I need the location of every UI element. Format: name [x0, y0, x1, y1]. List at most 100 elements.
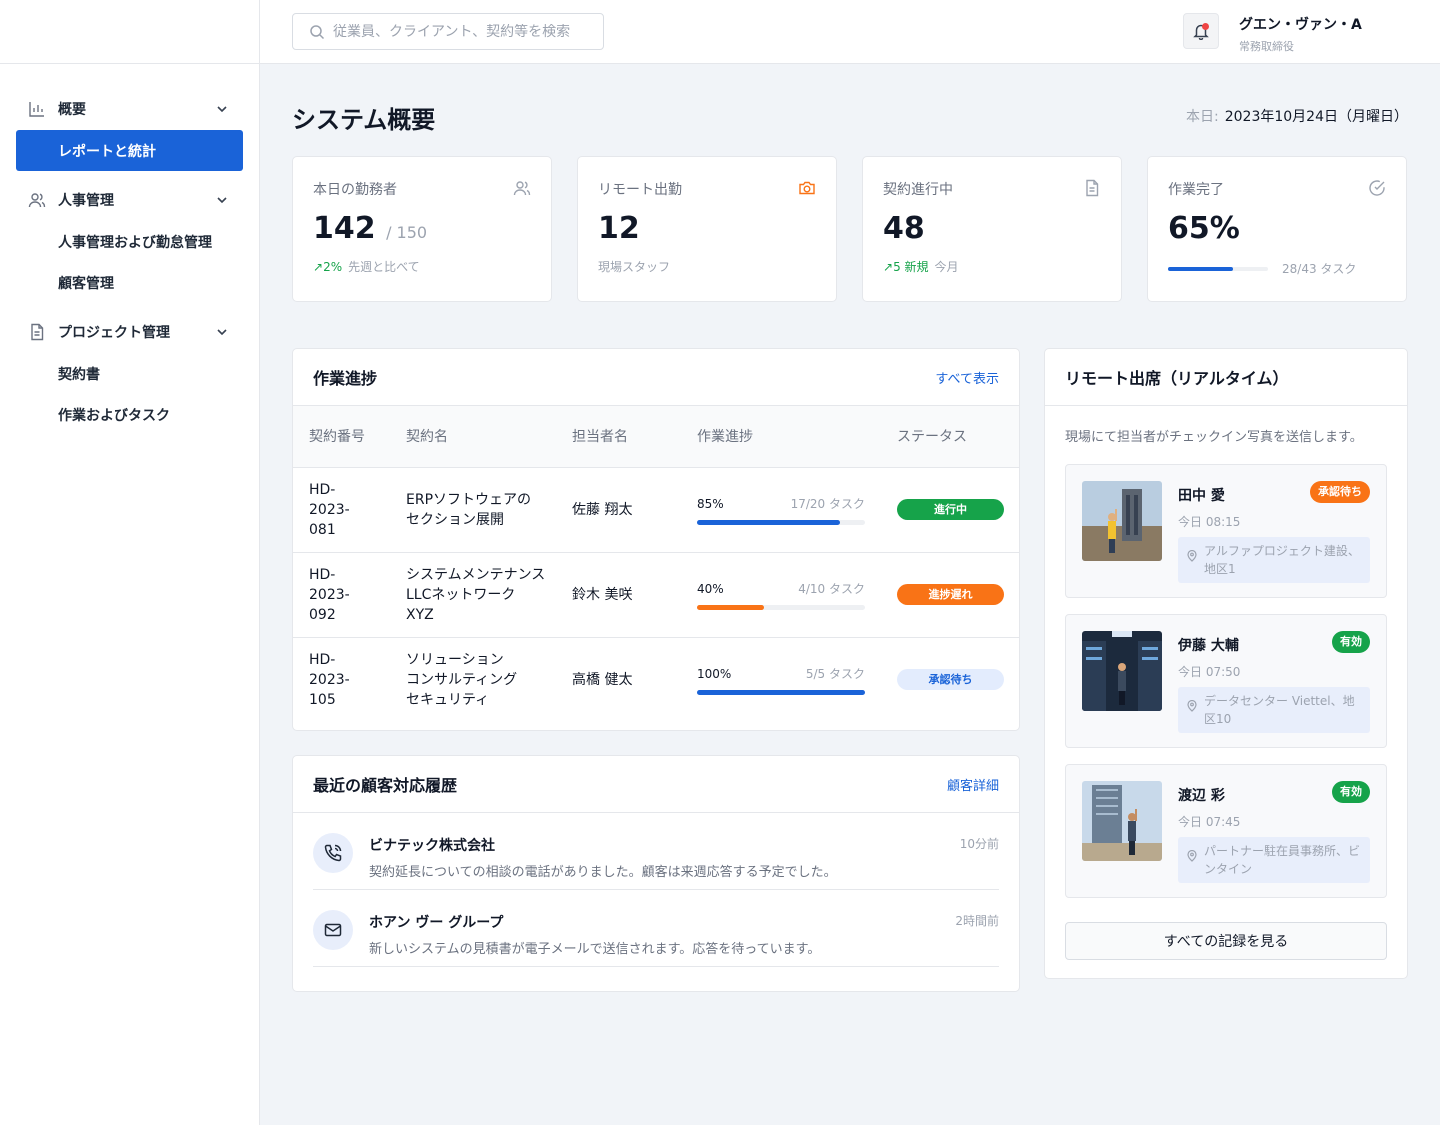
customer-history-card: 最近の顧客対応履歴 顧客詳細 ビナテック株式会社 契約延長についての相談の電話が…	[292, 755, 1020, 992]
table-row[interactable]: HD- 2023- 092 システムメンテナンス LLCネットワーク XYZ 鈴木 …	[293, 552, 1019, 637]
checkin-item[interactable]: 田中 愛 今日 08:15 承認待ち アルファプロジェクト建設、地区1	[1065, 464, 1387, 598]
card-header: 作業進捗 すべて表示	[293, 349, 1019, 406]
sidebar-item-hr-attendance[interactable]: 人事管理および勤怠管理	[0, 221, 259, 262]
phone-icon	[313, 833, 353, 873]
progress-bar	[697, 520, 865, 525]
checkin-location-text: アルファプロジェクト建設、地区1	[1204, 544, 1360, 576]
remote-attendance-card: リモート出席（リアルタイム） 現場にて担当者がチェックイン写真を送信します。 田…	[1044, 348, 1408, 979]
table-row[interactable]: HD- 2023- 105 ソリューション コンサルティング セキュリティ 高橋 健…	[293, 637, 1019, 722]
checkin-item[interactable]: 渡辺 彩 今日 07:45 有効 パートナー駐在員事務所、ビンタイン	[1065, 764, 1387, 898]
progress-tasks: 5/5 タスク	[805, 667, 865, 682]
card-title: 最近の顧客対応履歴	[313, 776, 458, 795]
view-all-link[interactable]: すべて表示	[935, 368, 999, 387]
checkin-location: アルファプロジェクト建設、地区1	[1178, 537, 1370, 583]
stat-value: 142 / 150	[313, 211, 531, 246]
stat-card-workers: 本日の勤務者 142 / 150 ↗2% 先週と比べて	[292, 156, 552, 302]
stat-progress: 28/43 タスク	[1168, 260, 1386, 277]
stat-card-completion: 作業完了 65% 28/43 タスク	[1147, 156, 1407, 302]
chevron-down-icon[interactable]	[215, 102, 229, 116]
search-input[interactable]	[333, 23, 593, 40]
chevron-down-icon[interactable]	[215, 325, 229, 339]
progress-tasks: 4/10 タスク	[798, 582, 865, 596]
document-icon	[28, 323, 46, 341]
completion-bar-fill	[1168, 266, 1233, 271]
today-label: 本日:	[1186, 109, 1219, 125]
contract-id: HD- 2023- 092	[309, 566, 350, 623]
chevron-down-icon[interactable]	[215, 193, 229, 207]
history-body: ビナテック株式会社 契約延長についての相談の電話がありました。顧客は来週応答する…	[369, 833, 837, 889]
today-value: 2023年10月24日（月曜日）	[1224, 109, 1408, 125]
stat-label: 作業完了	[1168, 182, 1224, 198]
user-profile[interactable]: グエン・ヴァン・A 常務取締役	[1239, 14, 1362, 54]
stat-card-contracts: 契約進行中 48 ↗5 新規 今月	[862, 156, 1122, 302]
trend-up-icon: ↗	[313, 259, 324, 274]
contract-id: HD- 2023- 081	[309, 481, 350, 538]
checkin-photo[interactable]	[1082, 481, 1162, 561]
stat-label: 本日の勤務者	[313, 182, 397, 198]
contract-id: HD- 2023- 105	[309, 651, 350, 708]
status-cell: 承認待ち	[881, 637, 1019, 722]
history-title: ホアン ヴー グループ	[369, 915, 504, 931]
checkin-name: 渡辺 彩	[1178, 788, 1225, 804]
work-progress-card: 作業進捗 すべて表示 契約番号 契約名 担当者名 作業進捗 ステータス HD- …	[292, 348, 1020, 731]
progress-bar-fill	[697, 690, 865, 696]
table-row[interactable]: HD- 2023- 081 ERPソフトウェアの セクション展開 佐藤 翔太 85% 1…	[293, 467, 1019, 552]
column-header: 契約番号	[309, 429, 365, 446]
progress-cell: 85% 17/20 タスク	[681, 467, 881, 552]
checkin-location: パートナー駐在員事務所、ビンタイン	[1178, 837, 1370, 883]
checkin-status-badge: 有効	[1332, 781, 1370, 803]
progress-percent: 85%	[697, 497, 724, 511]
progress-percent: 40%	[697, 582, 724, 596]
history-item[interactable]: ビナテック株式会社 契約延長についての相談の電話がありました。顧客は来週応答する…	[313, 813, 999, 890]
status-badge: 進行中	[897, 499, 1004, 520]
table-header-row: 契約番号 契約名 担当者名 作業進捗 ステータス	[293, 406, 1019, 467]
page-title: システム概要	[292, 106, 436, 134]
contract-name: システムメンテナンス LLCネットワーク XYZ	[406, 566, 546, 623]
view-all-records-button[interactable]: すべての記録を見る	[1065, 922, 1387, 960]
progress-cell: 40% 4/10 タスク	[681, 552, 881, 637]
checkin-location-text: パートナー駐在員事務所、ビンタイン	[1204, 844, 1361, 876]
checkin-item[interactable]: 伊藤 大輔 今日 07:50 有効 データセンター Viettel、地区10	[1065, 614, 1387, 748]
sidebar-item-reports[interactable]: レポートと統計	[16, 130, 243, 171]
sidebar-item-customers[interactable]: 顧客管理	[0, 262, 259, 303]
column-header: 担当者名	[572, 429, 628, 446]
checkin-status-badge: 承認待ち	[1310, 481, 1370, 503]
progress-bar	[697, 605, 865, 610]
map-pin-icon	[1186, 850, 1198, 862]
sidebar-group-label: プロジェクト管理	[58, 325, 170, 341]
search-box[interactable]	[292, 13, 604, 50]
stat-foot: ↗2% 先週と比べて	[313, 258, 531, 275]
document-icon	[1083, 179, 1101, 197]
users-icon	[513, 179, 531, 197]
checkin-photo[interactable]	[1082, 781, 1162, 861]
map-pin-icon	[1186, 550, 1198, 562]
stat-foot-text: 28/43 タスク	[1282, 262, 1357, 276]
sidebar-item-contracts[interactable]: 契約書	[0, 353, 259, 394]
checkin-photo[interactable]	[1082, 631, 1162, 711]
sidebar-group-overview[interactable]: 概要	[0, 88, 259, 130]
sidebar-group-projects[interactable]: プロジェクト管理	[0, 311, 259, 353]
sidebar-header	[0, 0, 259, 64]
checkin-time: 今日 07:50	[1178, 665, 1241, 679]
card-title: 作業進捗	[313, 369, 378, 388]
stat-label: 契約進行中	[883, 182, 953, 198]
camera-icon	[798, 179, 816, 197]
sidebar-group-label: 人事管理	[58, 193, 114, 209]
card-header: 最近の顧客対応履歴 顧客詳細	[293, 756, 1019, 813]
bar-chart-icon	[28, 100, 46, 118]
notification-button[interactable]	[1183, 13, 1219, 49]
sidebar-item-tasks[interactable]: 作業およびタスク	[0, 394, 259, 435]
history-item[interactable]: ホアン ヴー グループ 新しいシステムの見積書が電子メールで送信されます。応答を…	[313, 890, 999, 967]
owner-name: 鈴木 美咲	[572, 586, 633, 603]
history-desc: 新しいシステムの見積書が電子メールで送信されます。応答を待っています。	[369, 942, 821, 957]
column-header: 契約名	[406, 429, 448, 446]
trend-up: ↗2%	[313, 260, 342, 274]
status-badge: 進捗遅れ	[897, 584, 1004, 605]
mail-icon	[313, 910, 353, 950]
stats-row: 本日の勤務者 142 / 150 ↗2% 先週と比べて リモート出勤 12 現場…	[292, 156, 1408, 302]
users-icon	[28, 191, 46, 209]
customer-details-link[interactable]: 顧客詳細	[947, 775, 999, 794]
sidebar-group-hr[interactable]: 人事管理	[0, 179, 259, 221]
trend-value: 2%	[323, 259, 343, 274]
user-name: グエン・ヴァン・A	[1239, 17, 1362, 33]
